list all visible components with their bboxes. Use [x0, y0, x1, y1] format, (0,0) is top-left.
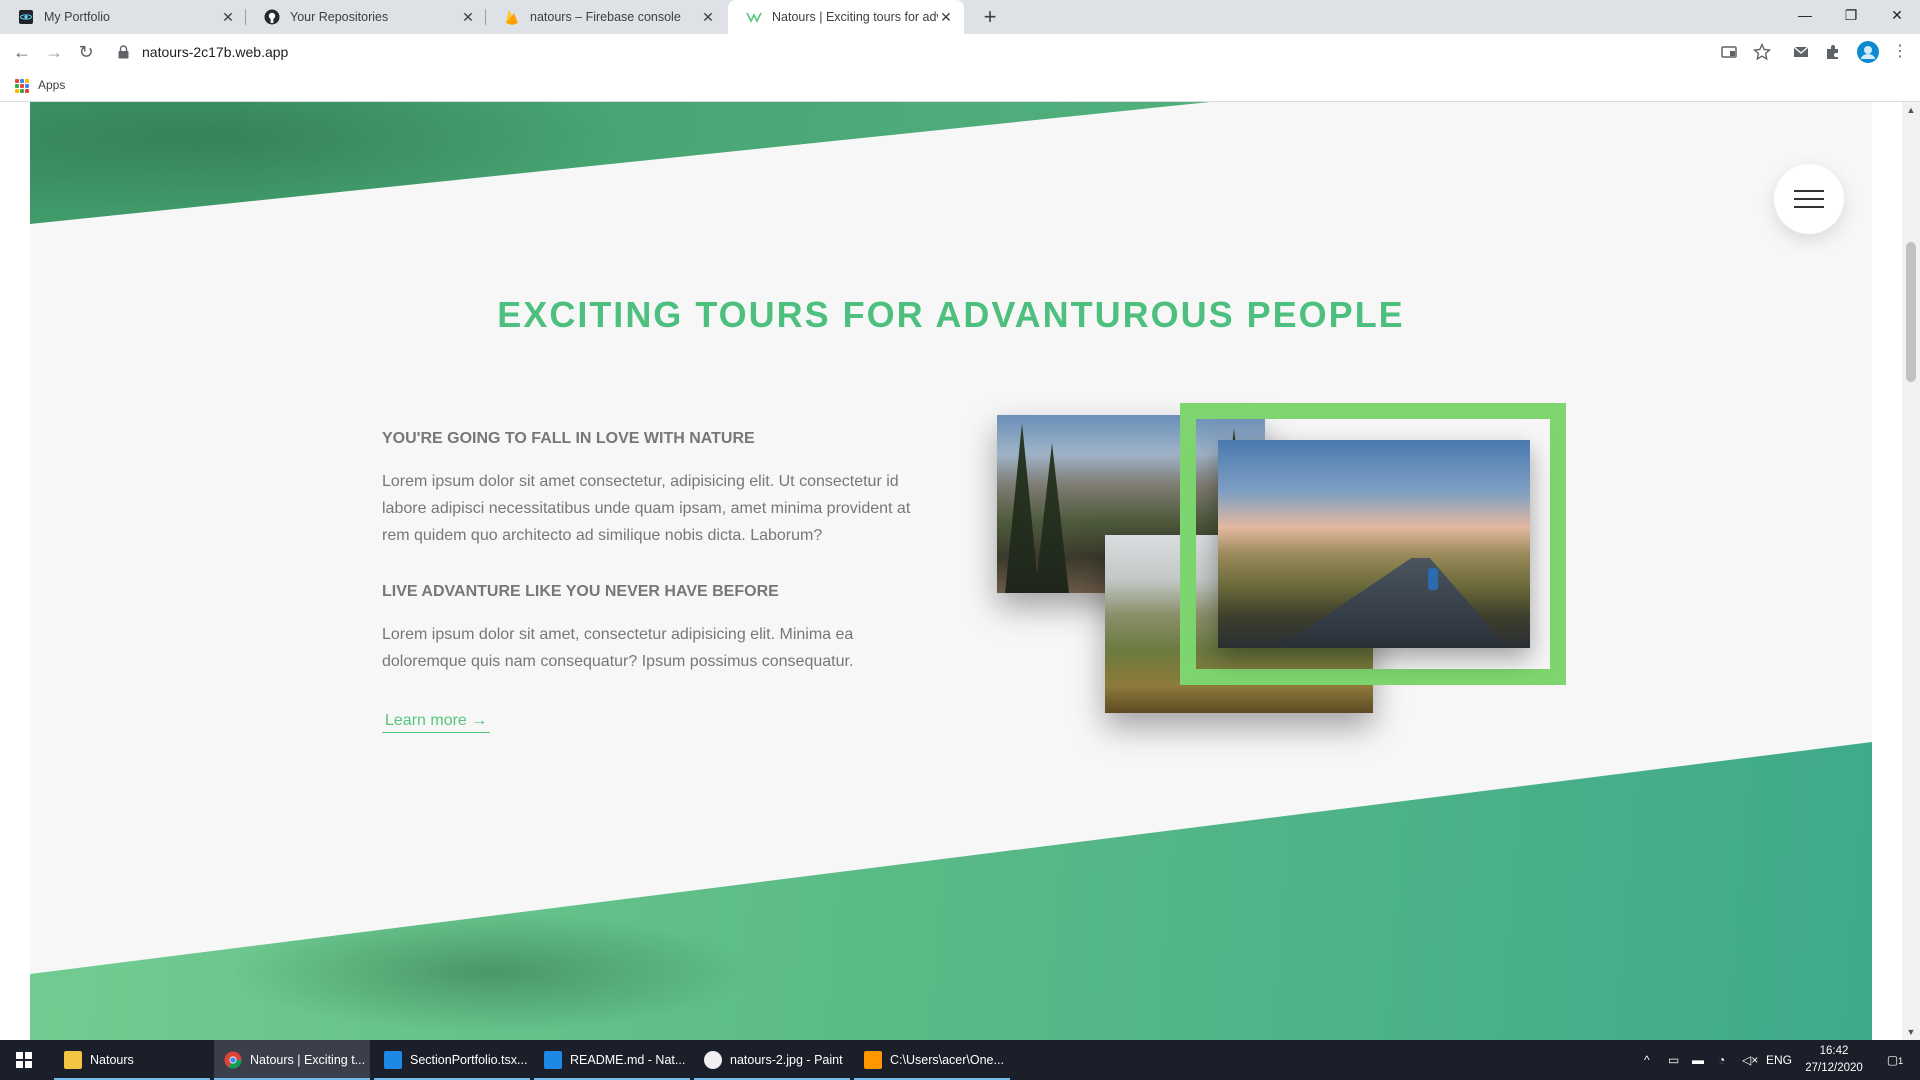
- bookmarks-bar: Apps: [0, 70, 1920, 102]
- taskbar-item-label: natours-2.jpg - Paint: [730, 1053, 843, 1067]
- taskbar-item-label: README.md - Nat...: [570, 1053, 686, 1067]
- browser-toolbar: ← → ↻ natours-2c17b.web.app ⋮: [0, 34, 1920, 70]
- scroll-down-icon[interactable]: ▼: [1902, 1024, 1920, 1040]
- tab-your-repositories[interactable]: Your Repositories ✕: [246, 0, 486, 34]
- taskbar-item-explorer[interactable]: Natours: [54, 1040, 210, 1080]
- features-section-edge: [30, 742, 1872, 1040]
- paint-icon: [704, 1051, 722, 1069]
- hero-background-edge: [30, 102, 1210, 224]
- tab-title: Natours | Exciting tours for adve: [772, 10, 938, 24]
- taskbar-item-label: Natours | Exciting t...: [250, 1053, 366, 1067]
- windows-taskbar: Natours Natours | Exciting t... SectionP…: [0, 1040, 1920, 1080]
- taskbar-item-label: Natours: [90, 1053, 134, 1067]
- new-tab-button[interactable]: +: [978, 6, 1002, 30]
- device-icon[interactable]: ▭: [1668, 1040, 1679, 1080]
- feature-text: Lorem ipsum dolor sit amet consectetur, …: [382, 473, 911, 544]
- bookmark-star-icon[interactable]: [1753, 43, 1771, 61]
- apps-shortcut[interactable]: Apps: [38, 78, 65, 92]
- taskbar-item-label: C:\Users\acer\One...: [890, 1053, 1004, 1067]
- about-section: EXCITING TOURS FOR ADVANTUROUS PEOPLE YO…: [30, 102, 1872, 1040]
- folder-icon: [64, 1051, 82, 1069]
- hamburger-icon: [1794, 206, 1824, 208]
- notification-icon: ▢: [1886, 1053, 1899, 1067]
- natours-icon: [746, 9, 762, 25]
- tab-strip: My Portfolio ✕ Your Repositories ✕ natou…: [0, 0, 1920, 34]
- language-indicator[interactable]: ENG: [1766, 1040, 1792, 1080]
- tab-natours[interactable]: Natours | Exciting tours for adve ✕: [728, 0, 964, 34]
- firebase-icon: [504, 9, 520, 25]
- back-button[interactable]: ←: [10, 40, 34, 64]
- show-hidden-icons-button[interactable]: ^: [1644, 1040, 1650, 1080]
- taskbar-item-paint[interactable]: natours-2.jpg - Paint: [694, 1040, 850, 1080]
- taskbar-item-label: SectionPortfolio.tsx...: [410, 1053, 528, 1067]
- forward-button[interactable]: →: [42, 40, 66, 64]
- sublime-icon: [864, 1051, 882, 1069]
- volume-icon[interactable]: ◁×: [1742, 1040, 1758, 1080]
- scroll-thumb[interactable]: [1906, 242, 1916, 382]
- chrome-icon: [224, 1051, 242, 1069]
- windows-logo-icon: [16, 1052, 32, 1068]
- page-scrollbar[interactable]: ▲ ▼: [1902, 102, 1920, 1040]
- scroll-up-icon[interactable]: ▲: [1902, 102, 1920, 118]
- vscode-icon: [384, 1051, 402, 1069]
- close-tab-icon[interactable]: ✕: [220, 9, 236, 25]
- profile-avatar-icon[interactable]: [1856, 40, 1880, 64]
- wifi-icon[interactable]: ◔: [1718, 1040, 1725, 1080]
- photo-cyclist-road[interactable]: [1218, 440, 1530, 648]
- section-title: EXCITING TOURS FOR ADVANTUROUS PEOPLE: [497, 294, 1405, 335]
- github-icon: [264, 9, 280, 25]
- feature-heading: YOU'RE GOING TO FALL IN LOVE WITH NATURE: [382, 430, 755, 447]
- close-tab-icon[interactable]: ✕: [938, 9, 954, 25]
- minimize-button[interactable]: —: [1782, 0, 1828, 30]
- clock-time: 16:42: [1819, 1045, 1849, 1057]
- notification-center-button[interactable]: ▢1: [1880, 1040, 1910, 1080]
- learn-more-link[interactable]: Learn more →: [382, 710, 491, 733]
- taskbar-item-sublime[interactable]: C:\Users\acer\One...: [854, 1040, 1010, 1080]
- lock-icon: [118, 45, 129, 59]
- taskbar-item-chrome[interactable]: Natours | Exciting t...: [214, 1040, 370, 1080]
- page-viewport: EXCITING TOURS FOR ADVANTUROUS PEOPLE YO…: [0, 102, 1920, 1040]
- taskbar-item-vscode-1[interactable]: SectionPortfolio.tsx...: [374, 1040, 530, 1080]
- apps-grid-icon[interactable]: [15, 79, 29, 93]
- feature-text: Lorem ipsum dolor sit amet, consectetur …: [382, 626, 854, 670]
- extensions-icon[interactable]: [1824, 43, 1842, 61]
- reload-button[interactable]: ↻: [74, 40, 98, 64]
- close-tab-icon[interactable]: ✕: [460, 9, 476, 25]
- tab-title: My Portfolio: [44, 10, 110, 24]
- cast-icon[interactable]: [1720, 43, 1738, 61]
- page-margin: [0, 102, 30, 1040]
- tab-title: Your Repositories: [290, 10, 389, 24]
- address-bar[interactable]: natours-2c17b.web.app: [108, 37, 1798, 67]
- start-button[interactable]: [0, 1040, 48, 1080]
- chrome-menu-button[interactable]: ⋮: [1888, 40, 1912, 64]
- url-text: natours-2c17b.web.app: [142, 44, 289, 60]
- hamburger-icon: [1794, 198, 1824, 200]
- taskbar-item-vscode-2[interactable]: README.md - Nat...: [534, 1040, 690, 1080]
- vscode-icon: [544, 1051, 562, 1069]
- tab-my-portfolio[interactable]: My Portfolio ✕: [0, 0, 246, 34]
- clock-date: 27/12/2020: [1805, 1062, 1863, 1074]
- hamburger-icon: [1794, 190, 1824, 192]
- restore-button[interactable]: ❐: [1828, 0, 1874, 30]
- navigation-menu-button[interactable]: [1774, 164, 1844, 234]
- close-window-button[interactable]: ✕: [1874, 0, 1920, 30]
- system-clock[interactable]: 16:42 27/12/2020: [1796, 1043, 1872, 1077]
- close-tab-icon[interactable]: ✕: [700, 9, 716, 25]
- tab-title: natours – Firebase console: [530, 10, 681, 24]
- react-icon: [18, 9, 34, 25]
- battery-icon[interactable]: ▬: [1692, 1040, 1704, 1080]
- feature-heading: LIVE ADVANTURE LIKE YOU NEVER HAVE BEFOR…: [382, 583, 779, 600]
- mail-icon[interactable]: [1792, 43, 1810, 61]
- tab-firebase-console[interactable]: natours – Firebase console ✕: [486, 0, 726, 34]
